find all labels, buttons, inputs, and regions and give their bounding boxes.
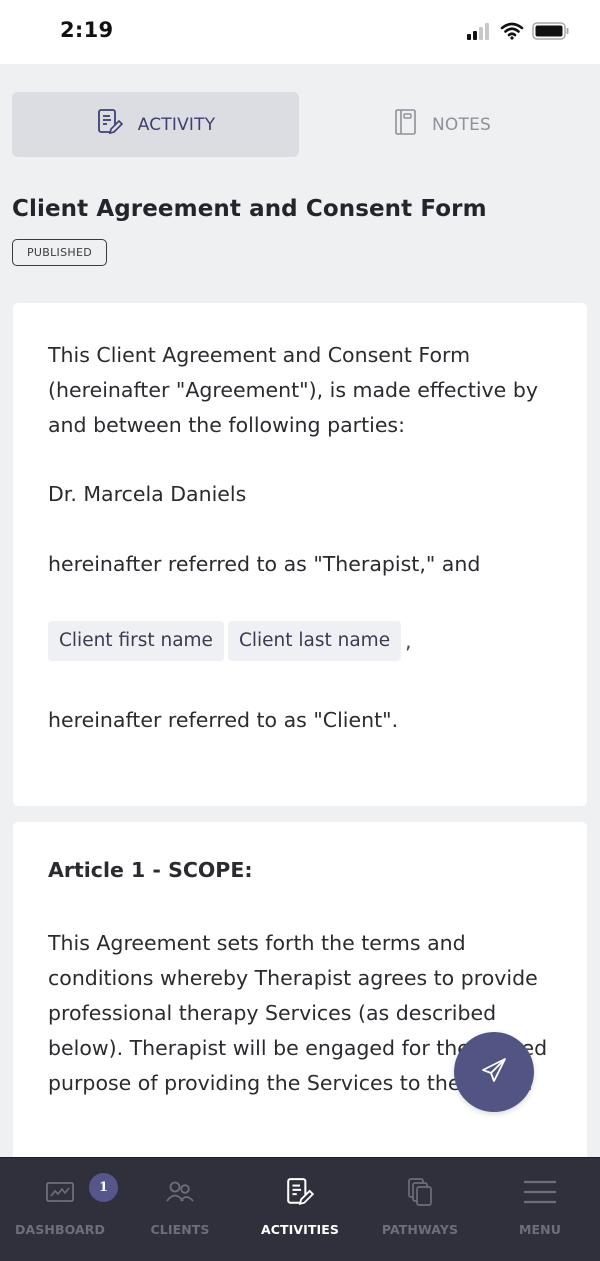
nav-menu[interactable]: MENU: [480, 1158, 600, 1261]
nav-dashboard-label: DASHBOARD: [15, 1222, 105, 1237]
tab-activity[interactable]: ACTIVITY: [12, 92, 299, 157]
dashboard-chart-icon: [45, 1176, 75, 1208]
status-bar: 2:19: [0, 0, 600, 64]
wifi-icon: [500, 22, 524, 44]
cellular-signal-icon: [466, 22, 492, 44]
nav-menu-label: MENU: [519, 1222, 561, 1237]
hamburger-menu-icon: [523, 1176, 557, 1208]
nav-pathways[interactable]: PATHWAYS: [360, 1158, 480, 1261]
tab-notes[interactable]: NOTES: [299, 92, 586, 157]
nav-clients-label: CLIENTS: [150, 1222, 210, 1237]
intro-paragraph: This Client Agreement and Consent Form (…: [48, 343, 538, 437]
status-time: 2:19: [60, 18, 114, 42]
battery-icon: [532, 22, 570, 44]
send-button[interactable]: [454, 1032, 534, 1112]
tab-bar: ACTIVITY NOTES: [12, 92, 588, 157]
page-title: Client Agreement and Consent Form: [12, 196, 487, 222]
client-reference: hereinafter referred to as "Client".: [48, 708, 399, 732]
therapist-reference: hereinafter referred to as "Therapist," …: [48, 552, 481, 576]
client-first-name-field[interactable]: Client first name: [48, 621, 224, 661]
notebook-icon: [394, 108, 418, 141]
fields-suffix: ,: [405, 629, 412, 653]
article-scope-card: Article 1 - SCOPE: This Agreement sets f…: [13, 822, 587, 1182]
tab-notes-label: NOTES: [431, 114, 491, 135]
article-heading: Article 1 - SCOPE:: [48, 858, 253, 882]
nav-activities-label: ACTIVITIES: [260, 1222, 340, 1237]
bottom-navigation: DASHBOARD 1 CLIENTS ACTIVITIES PATHWAYS …: [0, 1157, 600, 1261]
agreement-parties-card: This Client Agreement and Consent Form (…: [13, 303, 587, 806]
send-paper-plane-icon: [479, 1055, 509, 1089]
edit-document-icon: [96, 108, 124, 141]
stacked-pages-icon: [405, 1176, 435, 1208]
tab-activity-label: ACTIVITY: [137, 114, 216, 135]
nav-pathways-label: PATHWAYS: [381, 1222, 459, 1237]
client-name-fields: Client first name Client last name ,: [48, 621, 411, 661]
notification-badge: 1: [89, 1173, 118, 1202]
therapist-name: Dr. Marcela Daniels: [48, 482, 247, 506]
nav-clients[interactable]: CLIENTS: [120, 1158, 240, 1261]
status-badge: PUBLISHED: [12, 239, 107, 266]
client-last-name-field[interactable]: Client last name: [227, 621, 402, 661]
nav-activities[interactable]: ACTIVITIES: [240, 1158, 360, 1261]
edit-document-icon: [285, 1176, 315, 1208]
users-icon: [165, 1176, 195, 1208]
status-icons: [466, 22, 570, 44]
nav-dashboard[interactable]: DASHBOARD 1: [0, 1158, 120, 1261]
